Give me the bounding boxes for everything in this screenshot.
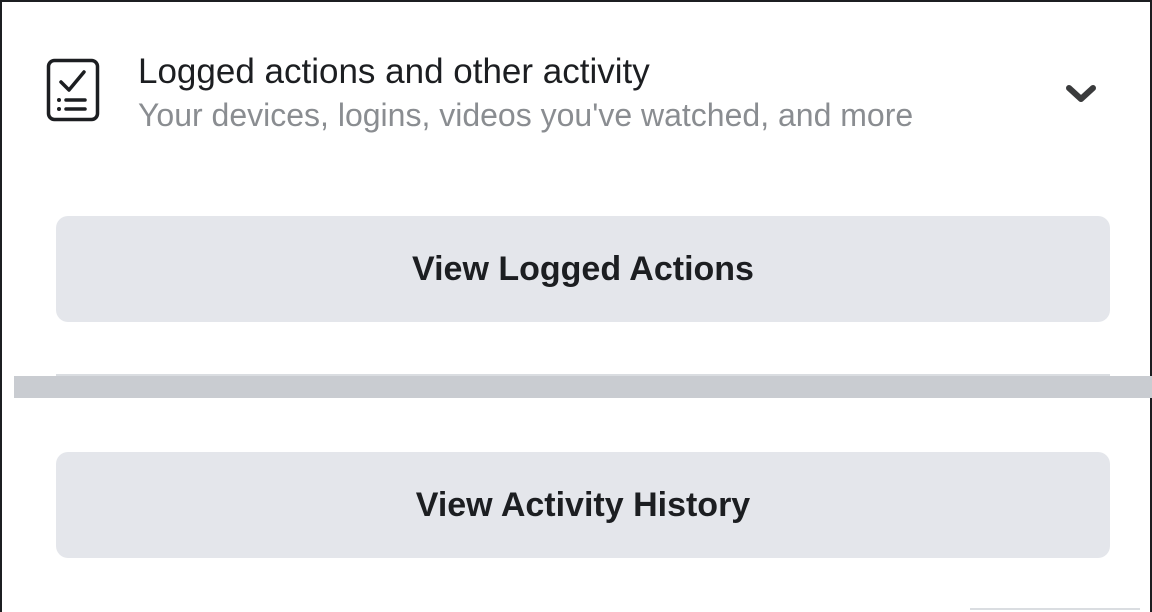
section-header-text: Logged actions and other activity Your d… (138, 50, 913, 136)
checklist-icon (46, 58, 100, 122)
view-activity-history-button[interactable]: View Activity History (56, 452, 1110, 558)
logged-actions-section-header[interactable]: Logged actions and other activity Your d… (46, 44, 1116, 144)
chevron-down-icon[interactable] (1064, 82, 1098, 106)
section-divider (14, 376, 1152, 398)
section-title: Logged actions and other activity (138, 52, 650, 91)
bottom-separator (970, 608, 1140, 610)
section-subtitle: Your devices, logins, videos you've watc… (138, 97, 914, 133)
view-logged-actions-button[interactable]: View Logged Actions (56, 216, 1110, 322)
